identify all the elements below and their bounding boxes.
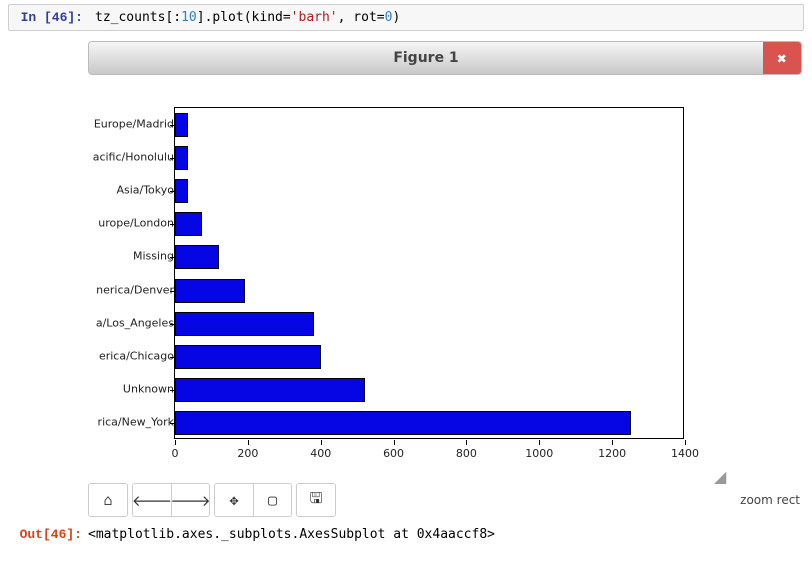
x-tick — [685, 440, 686, 445]
home-button[interactable]: ⌂ — [89, 484, 127, 516]
bar — [175, 113, 188, 137]
input-prompt: In [46]: — [9, 5, 89, 26]
y-axis-label: Europe/Madrid — [94, 117, 174, 130]
figure-output: Figure 1 ✖ Europe/Madrid acific/Honolulu A… — [88, 41, 802, 473]
bar — [175, 279, 245, 303]
back-button[interactable]: 🡐 — [133, 484, 171, 516]
x-tick — [321, 440, 322, 445]
code-text: , rot= — [338, 10, 385, 25]
code-string: 'barh' — [291, 10, 338, 25]
x-axis-label: 800 — [456, 447, 477, 460]
output-cell: Out[46]: <matplotlib.axes._subplots.Axes… — [0, 523, 812, 543]
close-icon: ✖ — [777, 49, 787, 68]
x-axis-label: 1000 — [525, 447, 553, 460]
y-axis-label: acific/Honolulu — [93, 150, 174, 163]
x-axis-label: 1400 — [671, 447, 699, 460]
x-tick — [612, 440, 613, 445]
x-tick — [539, 440, 540, 445]
bar — [175, 245, 219, 269]
bar — [175, 212, 202, 236]
y-axis-label: erica/Chicago — [99, 350, 174, 363]
matplotlib-toolbar: ⌂ 🡐 🡒 ✥ ▢ 🖫 zoom rect — [88, 483, 812, 517]
code-text: tz_counts[: — [95, 10, 181, 25]
home-icon: ⌂ — [103, 491, 112, 509]
move-icon: ✥ — [229, 491, 238, 509]
figure-titlebar: Figure 1 ✖ — [88, 41, 802, 75]
bar — [175, 378, 365, 402]
code-number: 10 — [181, 10, 197, 25]
code-input[interactable]: tz_counts[:10].plot(kind='barh', rot=0) — [89, 5, 803, 30]
x-axis-label: 200 — [237, 447, 258, 460]
toolbar-group-home: ⌂ — [88, 483, 128, 517]
toolbar-group-nav: 🡐 🡒 — [132, 483, 210, 517]
bar — [175, 146, 188, 170]
save-button[interactable]: 🖫 — [297, 484, 335, 516]
input-cell[interactable]: In [46]: tz_counts[:10].plot(kind='barh'… — [8, 4, 804, 31]
arrow-right-icon: 🡒 — [170, 491, 210, 510]
zoom-rect-icon: ▢ — [268, 491, 277, 509]
code-text: ].plot(kind= — [197, 10, 291, 25]
y-axis-label: a/Los_Angeles — [96, 316, 174, 329]
bar — [175, 411, 631, 435]
x-tick — [394, 440, 395, 445]
bar — [175, 179, 188, 203]
pan-button[interactable]: ✥ — [215, 484, 253, 516]
y-axis-label: Missing — [133, 250, 174, 263]
x-tick — [248, 440, 249, 445]
toolbar-group-save: 🖫 — [296, 483, 336, 517]
output-prompt: Out[46]: — [8, 523, 88, 543]
x-axis-label: 0 — [172, 447, 179, 460]
figure-title: Figure 1 — [89, 42, 763, 74]
x-tick — [175, 440, 176, 445]
bar — [175, 345, 321, 369]
x-axis-label: 600 — [383, 447, 404, 460]
y-axis-label: rica/New_York — [98, 416, 174, 429]
y-axis-label: urope/London — [98, 217, 174, 230]
y-axis-label: Asia/Tokyo — [116, 184, 174, 197]
x-tick — [466, 440, 467, 445]
save-icon: 🖫 — [310, 488, 323, 513]
toolbar-group-view: ✥ ▢ — [214, 483, 292, 517]
x-axis-label: 1200 — [598, 447, 626, 460]
output-text: <matplotlib.axes._subplots.AxesSubplot a… — [88, 523, 812, 542]
y-axis-label: Unknown — [123, 383, 174, 396]
y-axis-label: nerica/Denver — [96, 283, 174, 296]
zoom-button[interactable]: ▢ — [253, 484, 291, 516]
close-button[interactable]: ✖ — [763, 42, 801, 74]
chart: Europe/Madrid acific/Honolulu Asia/Tokyo ur… — [88, 93, 802, 473]
plot-box[interactable]: 0200400600800100012001400 — [174, 107, 684, 439]
forward-button[interactable]: 🡒 — [171, 484, 209, 516]
resize-handle-icon[interactable]: ◢ — [714, 467, 726, 486]
arrow-left-icon: 🡐 — [132, 491, 172, 510]
bar — [175, 312, 314, 336]
toolbar-status: zoom rect — [740, 493, 800, 507]
code-text: ) — [392, 10, 400, 25]
x-axis-label: 400 — [310, 447, 331, 460]
